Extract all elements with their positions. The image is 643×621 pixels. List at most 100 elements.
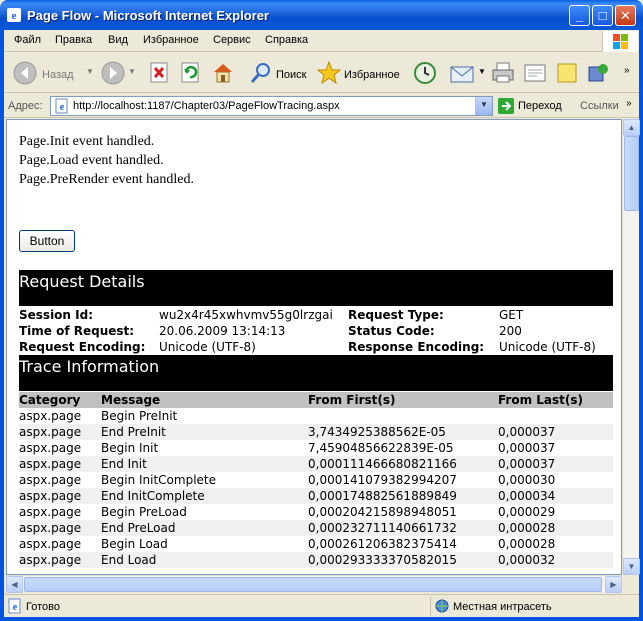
trace-information-heading: Trace Information [19,355,613,391]
cell-message: End PreLoad [101,521,176,535]
cell-from-first: 0,000232711140661732 [308,521,457,535]
scroll-up-button[interactable]: ▲ [623,119,640,136]
mail-button[interactable]: ▼ [450,57,486,89]
security-zone: Местная интрасеть [430,597,639,616]
table-row: aspx.page Begin PreLoad 0,0002042158989480… [19,504,613,520]
table-row: aspx.page Begin Init 7,45904856622839E-05 0… [19,440,613,456]
cell-from-last: 0,000034 [498,489,556,503]
session-id-label: Session Id: [19,308,93,322]
cell-from-first: 0,000204215898948051 [308,505,457,519]
cell-category: aspx.page [19,553,82,567]
browser-client: Файл Правка Вид Избранное Сервис Справка [4,30,640,617]
cell-from-first: 0,000293333370582015 [308,553,457,567]
intranet-zone-icon [435,599,449,613]
minimize-icon: _ [575,8,584,23]
discuss-button[interactable] [554,57,582,89]
search-label: Поиск [276,69,307,81]
page-button[interactable]: Button [19,230,75,252]
printer-icon [492,62,514,83]
edit-button[interactable] [522,57,550,89]
scroll-left-button[interactable]: ◀ [6,576,23,593]
favorites-button[interactable]: Избранное [316,57,406,89]
cell-category: aspx.page [19,441,82,455]
cell-category: aspx.page [19,537,82,551]
cell-category: aspx.page [19,425,82,439]
forward-dropdown-icon[interactable]: ▼ [128,67,136,76]
status-text: Готово [26,601,60,613]
title-bar[interactable]: e Page Flow - Microsoft Internet Explore… [0,0,643,30]
refresh-icon [181,62,199,83]
cell-message: Begin PreInit [101,409,178,423]
cell-category: aspx.page [19,505,82,519]
trace-information-title: Trace Information [19,357,160,376]
vertical-scrollbar[interactable]: ▲ ▼ [622,119,640,575]
forward-button[interactable]: ▼ [98,57,138,89]
time-label: Time of Request: [19,324,135,338]
menu-help[interactable]: Справка [265,34,308,46]
address-input[interactable]: e http://localhost:1187/Chapter03/PageFl… [50,96,493,116]
home-button[interactable] [210,57,238,89]
stop-button[interactable] [147,57,173,89]
go-button[interactable]: Переход [498,97,584,115]
refresh-button[interactable] [178,57,204,89]
horizontal-scrollbar[interactable]: ◀ ▶ [6,575,622,593]
links-overflow-icon[interactable]: » [626,98,632,109]
history-button[interactable] [411,57,439,89]
cell-from-first: 7,45904856622839E-05 [308,441,454,455]
ie-logo-icon: e [7,8,21,22]
back-button[interactable]: Назад ▼ [10,57,94,89]
links-label[interactable]: Ссылки [580,100,619,112]
cell-from-last: 0,000037 [498,425,556,439]
cell-from-first: 0,000261206382375414 [308,537,457,551]
menu-bar: Файл Правка Вид Избранное Сервис Справка [4,30,639,52]
cell-message: End PreInit [101,425,166,439]
chevron-down-icon: ▼ [480,100,488,109]
menu-view[interactable]: Вид [108,34,128,46]
edit-document-icon [524,64,546,82]
menu-favorites[interactable]: Избранное [143,34,199,46]
scroll-right-button[interactable]: ▶ [605,576,622,593]
cell-category: aspx.page [19,489,82,503]
cell-from-last: 0,000037 [498,441,556,455]
menu-tools[interactable]: Сервис [213,34,251,46]
messenger-button[interactable] [586,57,614,89]
event-prerender-text: Page.PreRender event handled. [19,172,194,187]
cell-message: Begin Init [101,441,159,455]
mail-dropdown-icon[interactable]: ▼ [478,67,486,76]
search-button[interactable]: Поиск [248,57,310,89]
table-row: aspx.page End PreLoad 0,000232711140661732… [19,520,613,536]
standard-toolbar: Назад ▼ ▼ Поиск Избранное ▼ » [4,53,639,93]
address-label: Адрес: [8,100,43,112]
address-dropdown-button[interactable]: ▼ [475,97,492,115]
horizontal-scroll-thumb[interactable] [24,577,602,592]
vertical-scroll-thumb[interactable] [624,136,639,211]
cell-from-last: 0,000028 [498,537,556,551]
maximize-button[interactable]: □ [592,5,613,26]
scroll-down-button[interactable]: ▼ [623,558,640,575]
column-category: Category [19,393,81,407]
zone-text: Местная интрасеть [453,601,552,613]
home-icon [214,64,232,83]
back-dropdown-icon[interactable]: ▼ [86,67,94,76]
column-from-first: From First(s) [308,393,396,407]
toolbar-overflow-icon[interactable]: » [624,65,630,76]
response-encoding-value: Unicode (UTF-8) [499,340,596,354]
back-arrow-icon [13,61,37,85]
go-arrow-icon [498,98,514,114]
status-code-value: 200 [499,324,522,338]
table-row: aspx.page End PreInit 3,7434925388562E-05 0… [19,424,613,440]
cell-from-first: 0,000141079382994207 [308,473,457,487]
close-button[interactable]: ✕ [615,5,636,26]
cell-category: aspx.page [19,521,82,535]
favorites-label: Избранное [344,69,400,81]
minimize-button[interactable]: _ [569,5,590,26]
cell-from-first: 3,7434925388562E-05 [308,425,446,439]
table-row: aspx.page Begin Load 0,000261206382375414 0… [19,536,613,552]
menu-file[interactable]: Файл [14,34,41,46]
forward-arrow-icon [101,61,125,85]
close-icon: ✕ [620,8,631,23]
address-bar: Адрес: e http://localhost:1187/Chapter03… [4,94,639,118]
menu-edit[interactable]: Правка [55,34,92,46]
svg-text:e: e [60,102,65,113]
print-button[interactable] [490,57,518,89]
